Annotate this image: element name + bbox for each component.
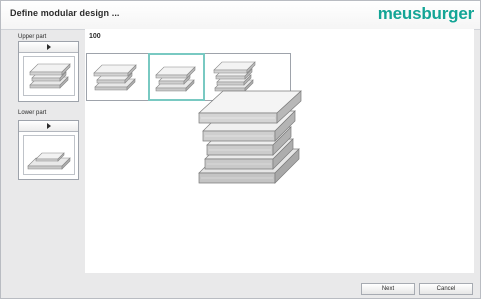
dialog-window: Define modular design ... meusburger Upp… <box>0 0 481 299</box>
upper-part-label: Upper part <box>18 34 47 40</box>
next-button[interactable]: Next <box>361 283 415 295</box>
lower-part-thumbnail[interactable] <box>23 135 75 175</box>
design-preview <box>195 89 305 197</box>
dialog-footer: Next Cancel <box>1 273 480 298</box>
dialog-title: Define modular design ... <box>10 8 120 18</box>
main-canvas: 100 <box>85 29 474 273</box>
play-arrow-icon <box>46 44 51 50</box>
size-value-label: 100 <box>89 33 101 40</box>
upper-part-panel <box>18 41 79 102</box>
lower-part-label: Lower part <box>18 110 47 116</box>
stacked-plates-icon <box>29 63 71 89</box>
upper-part-thumbnail[interactable] <box>23 56 75 96</box>
stacked-plates-icon <box>93 64 137 91</box>
base-plate-icon <box>27 152 71 170</box>
lower-part-panel <box>18 120 79 180</box>
brand-logo: meusburger <box>377 4 474 23</box>
play-arrow-icon <box>46 123 51 129</box>
lower-part-header[interactable] <box>19 121 78 132</box>
design-option-1[interactable] <box>89 55 146 99</box>
mold-stack-preview-icon <box>198 90 302 184</box>
upper-part-header[interactable] <box>19 42 78 53</box>
title-bar: Define modular design ... meusburger <box>1 1 480 30</box>
cancel-button[interactable]: Cancel <box>419 283 473 295</box>
